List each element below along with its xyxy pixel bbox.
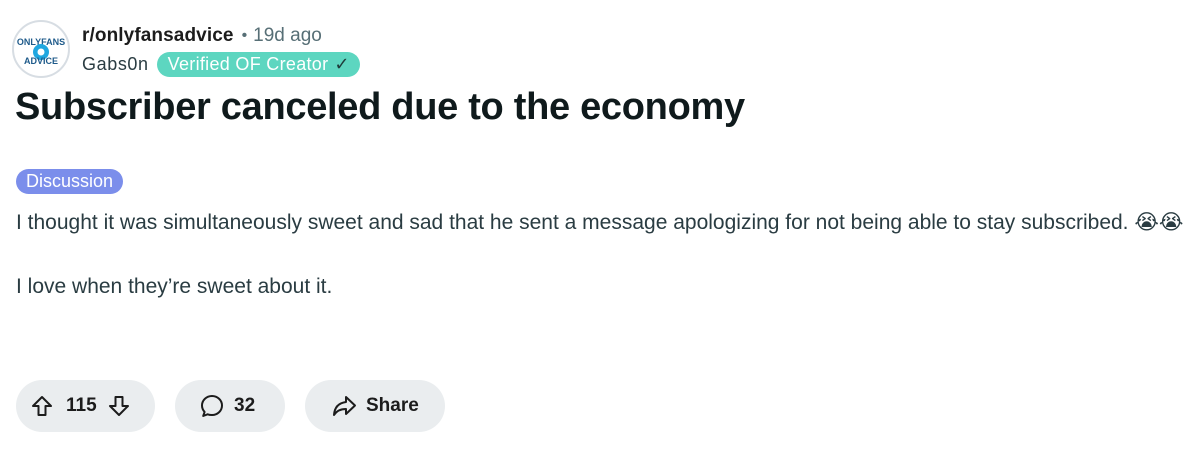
author-link[interactable]: Gabs0n bbox=[82, 54, 149, 75]
body-paragraph: I thought it was simultaneously sweet an… bbox=[16, 204, 1191, 241]
share-arrow-icon bbox=[331, 393, 357, 419]
reddit-post: ONLYFANS ADVICE r/onlyfansadvice • 19d a… bbox=[0, 0, 1200, 450]
post-header: ONLYFANS ADVICE r/onlyfansadvice • 19d a… bbox=[12, 20, 360, 78]
post-flair-tag[interactable]: Discussion bbox=[16, 169, 124, 194]
meta-separator: • bbox=[241, 27, 248, 44]
comments-button[interactable]: 32 bbox=[175, 380, 285, 432]
share-button[interactable]: Share bbox=[305, 380, 445, 432]
post-age: 19d ago bbox=[253, 25, 322, 46]
vote-count: 115 bbox=[66, 395, 97, 416]
crying-emoji-icon: 😭😭 bbox=[1134, 210, 1184, 234]
onlyfans-advice-logo-icon: ONLYFANS ADVICE bbox=[15, 23, 67, 75]
author-flair-label: Verified OF Creator bbox=[167, 53, 329, 74]
post-actions: 115 32 Share bbox=[16, 380, 445, 432]
body-paragraph: I love when they’re sweet about it. bbox=[16, 275, 333, 298]
post-meta: r/onlyfansadvice • 19d ago Gabs0n Verifi… bbox=[82, 23, 360, 77]
comment-bubble-icon bbox=[199, 393, 225, 419]
body-text: I thought it was simultaneously sweet an… bbox=[16, 211, 1129, 234]
check-icon: ✓ bbox=[334, 53, 350, 74]
subreddit-avatar[interactable]: ONLYFANS ADVICE bbox=[12, 20, 70, 78]
avatar-text-bottom: ADVICE bbox=[24, 56, 58, 66]
downvote-arrow-icon[interactable] bbox=[107, 394, 131, 418]
subreddit-link[interactable]: r/onlyfansadvice bbox=[82, 25, 234, 47]
upvote-arrow-icon[interactable] bbox=[30, 394, 54, 418]
vote-control: 115 bbox=[16, 380, 155, 432]
post-title[interactable]: Subscriber canceled due to the economy bbox=[15, 84, 745, 130]
share-label: Share bbox=[366, 395, 419, 416]
post-body: I thought it was simultaneously sweet an… bbox=[16, 204, 1191, 305]
author-flair-badge: Verified OF Creator ✓ bbox=[156, 51, 360, 77]
comment-count: 32 bbox=[234, 395, 256, 416]
